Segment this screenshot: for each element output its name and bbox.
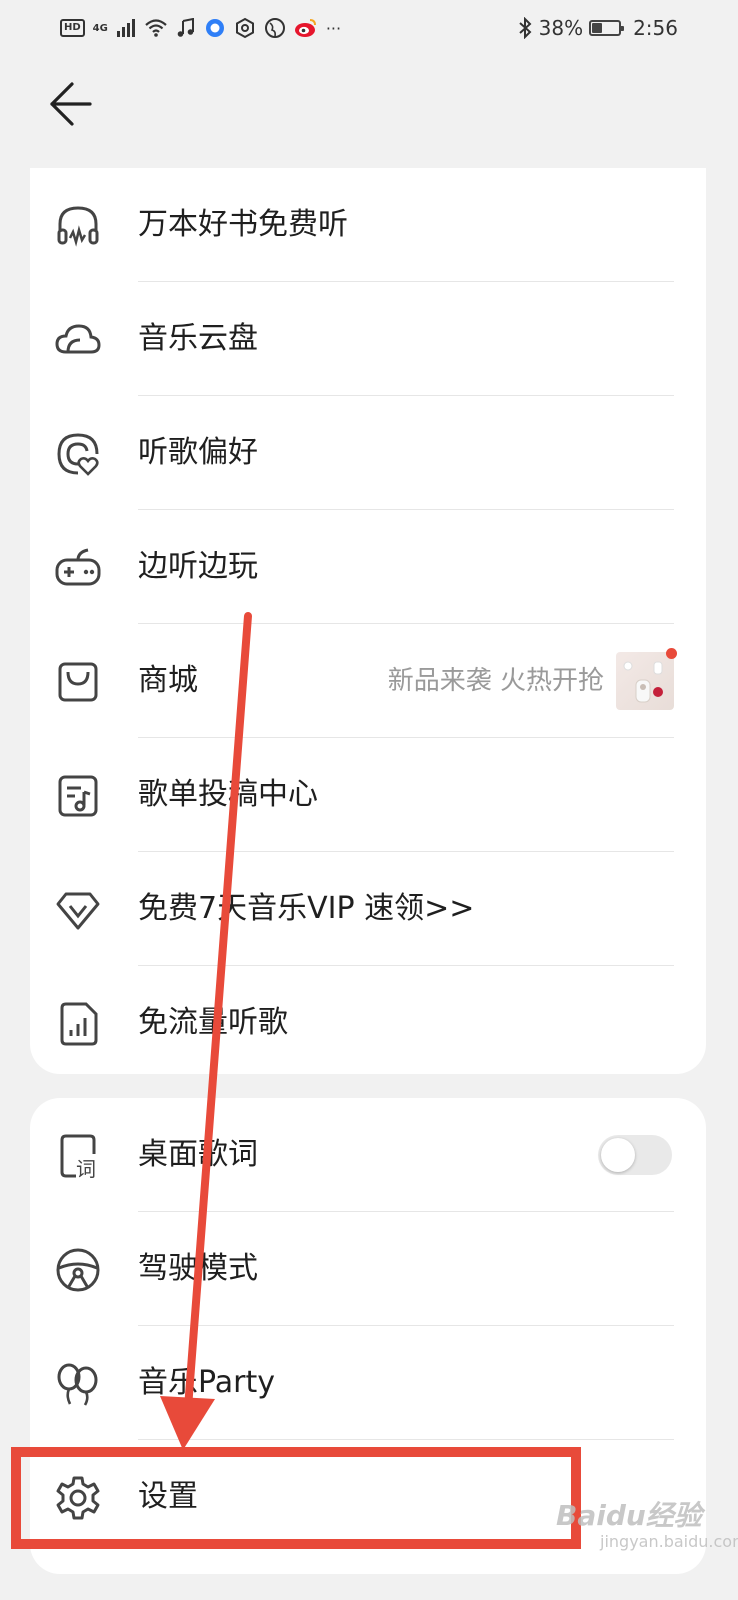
notification-dot	[666, 648, 677, 659]
browser-app-icon	[205, 19, 224, 37]
mall-promo-text: 新品来袭 火热开抢	[387, 666, 604, 696]
menu-item-data-free-listening[interactable]: 免流量听歌	[30, 966, 706, 1080]
baidu-watermark: Baidu经验	[556, 1499, 702, 1532]
menu-item-audiobooks[interactable]: 万本好书免费听	[30, 168, 706, 282]
menu-item-label: 边听边玩	[138, 549, 258, 584]
menu-card-features: 万本好书免费听 音乐云盘 听歌偏好 边听边玩 商城 新品来袭 火热开抢 歌单投稿…	[30, 168, 706, 1074]
signal-icon	[116, 19, 135, 37]
balloons-icon	[57, 1363, 98, 1406]
menu-item-label: 听歌偏好	[138, 435, 258, 470]
globe-app-icon	[264, 18, 285, 38]
network-type: 4G	[92, 22, 108, 34]
desktop-lyrics-icon: 词	[60, 1134, 96, 1180]
svg-text:词: 词	[76, 1157, 96, 1180]
headphones-product-image	[623, 661, 663, 703]
battery-percentage: 38%	[538, 16, 584, 40]
status-icons-left: HD 4G ···	[60, 14, 341, 42]
toggle-knob	[601, 1138, 635, 1172]
menu-item-label: 设置	[138, 1479, 198, 1514]
menu-item-label: 音乐Party	[138, 1365, 275, 1400]
playlist-submit-icon	[58, 775, 98, 817]
mall-promo-thumbnail	[616, 648, 677, 710]
menu-item-label: 音乐云盘	[138, 321, 258, 356]
music-note-icon	[177, 18, 194, 37]
hd-indicator: HD	[60, 19, 85, 37]
shopping-bag-icon	[58, 662, 98, 702]
desktop-lyrics-toggle[interactable]	[598, 1135, 672, 1175]
menu-item-label: 免流量听歌	[138, 1005, 288, 1040]
cloud-icon	[55, 324, 101, 354]
back-arrow-icon[interactable]	[44, 78, 96, 130]
clock-time: 2:56	[633, 16, 678, 40]
menu-item-play-games[interactable]: 边听边玩	[30, 510, 706, 624]
menu-item-label: 桌面歌词	[138, 1137, 258, 1172]
menu-item-label: 商城	[138, 663, 198, 698]
diamond-vip-icon	[56, 892, 100, 930]
baidu-watermark-url: jingyan.baidu.com	[600, 1532, 738, 1551]
wifi-icon	[145, 19, 167, 37]
gear-icon	[56, 1476, 100, 1520]
menu-item-listening-preference[interactable]: 听歌偏好	[30, 396, 706, 510]
menu-item-label: 歌单投稿中心	[138, 777, 318, 812]
menu-item-desktop-lyrics[interactable]: 词 桌面歌词	[30, 1098, 706, 1212]
more-notifications: ···	[325, 18, 342, 38]
status-bar: HD 4G ··· 38% 2:56	[0, 0, 738, 56]
status-icons-right: 38% 2:56	[517, 14, 678, 42]
menu-item-playlist-submission[interactable]: 歌单投稿中心	[30, 738, 706, 852]
hexagon-app-icon	[235, 17, 254, 39]
headphones-icon	[57, 206, 99, 247]
bluetooth-icon	[518, 17, 532, 39]
menu-item-mall[interactable]: 商城 新品来袭 火热开抢	[30, 624, 706, 738]
menu-item-music-party[interactable]: 音乐Party	[30, 1326, 706, 1440]
sim-data-icon	[60, 1002, 98, 1046]
menu-item-driving-mode[interactable]: 驾驶模式	[30, 1212, 706, 1326]
menu-item-label: 免费7天音乐VIP 速领>>	[138, 891, 475, 926]
preference-heart-icon	[57, 433, 99, 476]
battery-level	[592, 23, 602, 33]
menu-item-cloud-drive[interactable]: 音乐云盘	[30, 282, 706, 396]
battery-icon	[589, 20, 625, 36]
menu-item-label: 万本好书免费听	[138, 207, 348, 242]
menu-item-free-vip[interactable]: 免费7天音乐VIP 速领>>	[30, 852, 706, 966]
menu-item-label: 驾驶模式	[138, 1251, 258, 1286]
steering-wheel-icon	[56, 1248, 100, 1292]
gamepad-icon	[55, 548, 101, 586]
weibo-app-icon	[294, 19, 316, 37]
